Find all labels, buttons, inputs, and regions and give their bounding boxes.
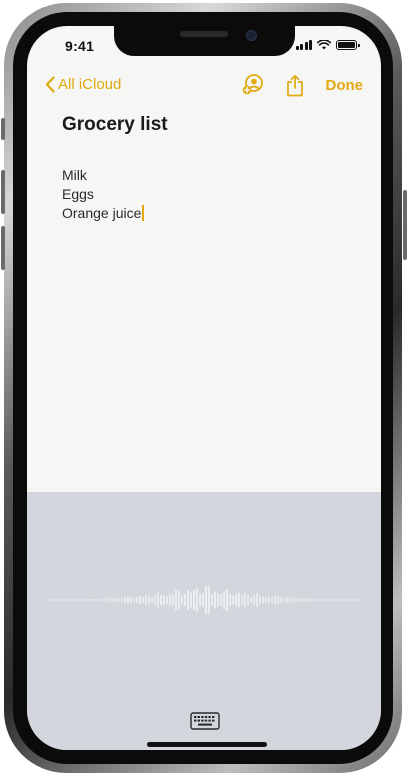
keyboard-icon (190, 712, 220, 730)
share-button[interactable] (284, 73, 306, 97)
status-time: 9:41 (65, 38, 95, 54)
dictation-waveform (46, 585, 360, 615)
speaker-grille (180, 31, 228, 37)
phone-screen: 9:41 All iCloud Done Grocery list Milk E… (27, 26, 381, 750)
silent-switch (1, 118, 5, 140)
note-line-active: Orange juice (62, 204, 145, 223)
status-indicators (295, 40, 360, 50)
done-button[interactable]: Done (326, 77, 364, 94)
wifi-icon (317, 40, 331, 50)
volume-up-button (1, 170, 5, 214)
power-button (403, 190, 407, 260)
back-button[interactable]: All iCloud (45, 76, 121, 93)
back-button-label: All iCloud (58, 76, 122, 93)
notch (114, 26, 295, 56)
note-body[interactable]: Milk Eggs Orange juice (62, 166, 145, 223)
cellular-signal-icon (295, 40, 312, 50)
battery-icon (336, 40, 360, 50)
volume-down-button (1, 226, 5, 270)
battery-level (338, 42, 355, 48)
home-indicator (147, 742, 267, 747)
note-line: Milk (62, 167, 87, 183)
note-line: Eggs (62, 186, 94, 202)
dictation-panel (27, 492, 381, 750)
collaborate-button[interactable] (242, 73, 264, 97)
add-people-icon (242, 74, 263, 95)
note-title[interactable]: Grocery list (62, 114, 168, 136)
share-icon (286, 74, 303, 96)
keyboard-button[interactable] (189, 711, 221, 731)
chevron-left-icon (45, 76, 55, 93)
navigation-bar: All iCloud Done (27, 71, 381, 101)
front-camera (246, 30, 257, 41)
note-line-text: Orange juice (62, 205, 142, 221)
text-cursor (142, 205, 145, 221)
nav-actions: Done (242, 73, 364, 97)
